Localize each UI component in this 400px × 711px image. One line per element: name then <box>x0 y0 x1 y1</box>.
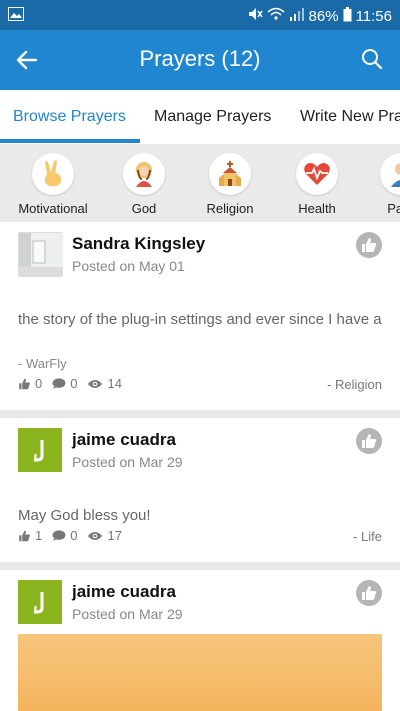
posted-date: Posted on Mar 29 <box>72 606 183 622</box>
avatar[interactable] <box>18 580 62 624</box>
category-label: Pare <box>387 201 400 216</box>
tab-bar: Browse Prayers Manage Prayers Write New … <box>0 90 400 144</box>
avatar[interactable] <box>18 232 63 277</box>
category-health[interactable]: Health <box>272 153 362 216</box>
like-count: 0 <box>35 376 43 391</box>
battery-icon <box>343 6 352 26</box>
view-count: 17 <box>107 528 122 543</box>
category-strip: Motivational God Religion Health Pare <box>0 144 400 222</box>
mute-icon <box>247 6 263 26</box>
eye-icon <box>88 531 103 540</box>
prayer-category[interactable]: - Life <box>353 529 382 544</box>
active-tab-indicator <box>0 139 140 143</box>
prayer-card[interactable]: jaime cuadra Posted on Mar 29 <box>0 570 400 711</box>
tab-manage-prayers[interactable]: Manage Prayers <box>154 108 271 126</box>
thumbs-up-icon <box>362 586 377 600</box>
posted-date: Posted on Mar 29 <box>72 454 183 470</box>
comment-icon <box>52 529 66 541</box>
parent-icon <box>380 153 400 195</box>
thumbs-up-icon <box>362 434 377 448</box>
jesus-icon <box>123 153 165 195</box>
author-name[interactable]: jaime cuadra <box>72 582 176 602</box>
signal-icon <box>289 7 305 25</box>
category-god[interactable]: God <box>99 153 189 216</box>
eye-icon <box>88 379 103 388</box>
prayer-text: May God bless you! <box>18 507 151 524</box>
wifi-icon <box>267 7 285 25</box>
like-button[interactable] <box>356 232 382 258</box>
app-bar: Prayers (12) <box>0 30 400 90</box>
church-icon <box>209 153 251 195</box>
posted-date: Posted on May 01 <box>72 258 185 274</box>
prayer-category[interactable]: - Religion <box>327 377 382 392</box>
clock: 11:56 <box>355 7 392 25</box>
gallery-notification-icon <box>8 7 24 26</box>
view-count: 14 <box>107 376 122 391</box>
avatar[interactable] <box>18 428 62 472</box>
comment-count: 0 <box>70 376 78 391</box>
prayer-text: the story of the plug-in settings and ev… <box>18 311 382 328</box>
thumbs-up-icon <box>362 238 377 252</box>
category-parents[interactable]: Pare <box>356 153 400 216</box>
victory-hand-icon <box>32 153 74 195</box>
thumbs-up-icon <box>19 530 30 541</box>
prayer-image[interactable] <box>18 634 382 711</box>
prayer-stats: 0 0 14 <box>18 376 122 391</box>
like-count: 1 <box>35 528 43 543</box>
search-icon[interactable] <box>360 47 384 71</box>
page-title: Prayers (12) <box>139 46 261 71</box>
category-label: God <box>131 201 157 216</box>
prayer-signoff: - WarFly <box>18 356 67 371</box>
comment-icon <box>52 377 66 389</box>
heart-pulse-icon <box>296 153 338 195</box>
author-name[interactable]: jaime cuadra <box>72 430 176 450</box>
tab-write-new-prayer[interactable]: Write New Pra <box>300 108 400 126</box>
tab-browse-prayers[interactable]: Browse Prayers <box>13 108 126 126</box>
like-button[interactable] <box>356 580 382 606</box>
prayer-card[interactable]: jaime cuadra Posted on Mar 29 May God bl… <box>0 418 400 562</box>
thumbs-up-icon <box>19 378 30 389</box>
prayer-card[interactable]: Sandra Kingsley Posted on May 01 the sto… <box>0 222 400 410</box>
like-button[interactable] <box>356 428 382 454</box>
status-bar: 86% 11:56 <box>0 0 400 30</box>
battery-percent: 86% <box>308 7 339 25</box>
category-label: Health <box>298 201 336 216</box>
category-label: Motivational <box>18 201 88 216</box>
author-name[interactable]: Sandra Kingsley <box>72 234 205 254</box>
prayer-stats: 1 0 17 <box>18 528 122 543</box>
category-label: Religion <box>206 201 254 216</box>
category-religion[interactable]: Religion <box>185 153 275 216</box>
category-motivational[interactable]: Motivational <box>8 153 98 216</box>
comment-count: 0 <box>70 528 78 543</box>
